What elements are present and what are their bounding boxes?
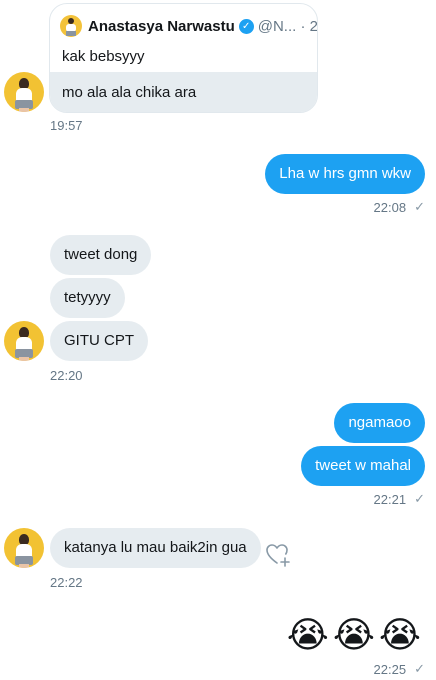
check-icon: ✓ [414, 661, 425, 676]
message-bubble[interactable]: mo ala ala chika ara [50, 72, 317, 112]
avatar-icon[interactable] [4, 72, 44, 112]
message-bubble[interactable]: Lha w hrs gmn wkw [265, 154, 425, 194]
message-timestamp: 22:20 [50, 368, 83, 383]
message-status: 22:08 ✓ [374, 199, 425, 215]
quoted-tweet-text: kak bebsyyy [62, 48, 145, 65]
quoted-tweet-header: Anastasya Narwastu ✓ @N... · 2h [60, 14, 318, 38]
verified-badge-icon: ✓ [238, 18, 254, 34]
check-icon: ✓ [414, 491, 425, 506]
message-bubble[interactable]: katanya lu mau baik2in gua [50, 528, 261, 568]
message-bubble[interactable]: ngamaoo [334, 403, 425, 443]
quoted-tweet-card[interactable]: Anastasya Narwastu ✓ @N... · 2h kak bebs… [49, 3, 318, 113]
quoted-author-avatar [60, 15, 82, 37]
message-bubble[interactable]: tweet dong [50, 235, 152, 275]
avatar-icon[interactable] [4, 321, 44, 361]
message-timestamp: 22:08 [373, 199, 407, 215]
message-timestamp: 22:22 [50, 575, 83, 590]
message-bubble[interactable]: tweet w mahal [301, 446, 425, 486]
message-bubble[interactable]: GITU CPT [50, 321, 148, 361]
message-timestamp: 22:21 [373, 491, 407, 507]
message-status: 22:25 ✓ [374, 661, 425, 677]
message-timestamp: 19:57 [50, 118, 83, 133]
avatar-icon[interactable] [4, 528, 44, 568]
check-icon: ✓ [414, 199, 425, 214]
quoted-author-name: Anastasya Narwastu [88, 17, 235, 35]
quoted-handle-time: @N... · 2h [257, 17, 318, 35]
message-bubble[interactable]: tetyyyy [50, 278, 125, 318]
message-status: 22:21 ✓ [374, 491, 425, 507]
message-emoji[interactable]: 😭😭😭 [287, 615, 425, 655]
heart-plus-icon[interactable] [264, 541, 292, 569]
message-timestamp: 22:25 [373, 661, 407, 677]
